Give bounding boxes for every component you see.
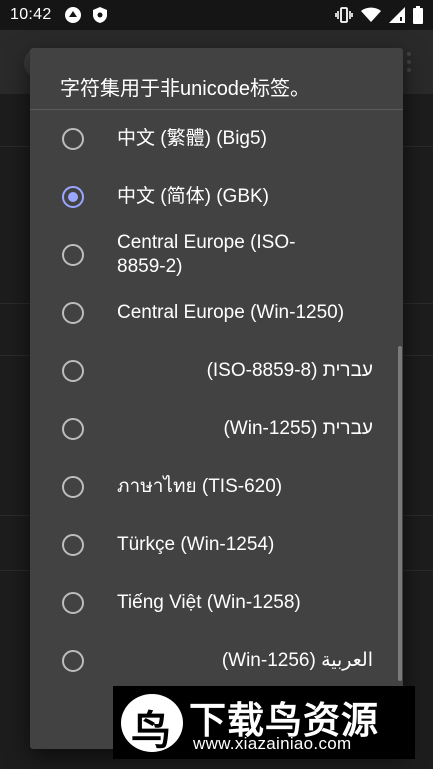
option-label: Tiếng Việt (Win-1258): [117, 592, 301, 613]
battery-icon: [413, 6, 423, 24]
watermark-logo-glyph: 鸟: [131, 708, 171, 754]
option-win-1258[interactable]: Tiếng Việt (Win-1258): [30, 574, 403, 632]
status-bar: 10:42: [0, 0, 433, 30]
radio-button[interactable]: [62, 360, 84, 382]
more-vert-icon: [407, 52, 411, 72]
option-label: עברית (ISO-8859-8): [206, 360, 373, 381]
option-tis-620[interactable]: ภาษาไทย (TIS-620): [30, 458, 403, 516]
shield-icon: [92, 6, 108, 24]
option-iso-8859-2[interactable]: Central Europe (ISO-8859-2): [30, 226, 403, 284]
option-label: العربية (Win-1256): [221, 650, 373, 671]
status-time: 10:42: [10, 6, 52, 23]
option-label: Central Europe (ISO-8859-2): [117, 232, 296, 277]
option-gbk[interactable]: 中文 (简体) (GBK): [30, 168, 403, 226]
radio-button[interactable]: [62, 476, 84, 498]
radio-button[interactable]: [62, 418, 84, 440]
option-big5[interactable]: 中文 (繁體) (Big5): [30, 110, 403, 168]
option-win-1256[interactable]: العربية (Win-1256): [30, 632, 403, 690]
radio-button[interactable]: [62, 244, 84, 266]
radio-button[interactable]: [62, 128, 84, 150]
radio-button-checked[interactable]: [62, 186, 84, 208]
option-win-1250[interactable]: Central Europe (Win-1250): [30, 284, 403, 342]
watermark-url: www.xiazainiao.com: [193, 734, 352, 753]
watermark: 鸟 下载鸟资源 www.xiazainiao.com: [113, 686, 415, 759]
option-label: ภาษาไทย (TIS-620): [117, 476, 283, 497]
wifi-icon: [361, 7, 381, 23]
status-right-icons: [335, 6, 423, 24]
option-win-1254[interactable]: Türkçe (Win-1254): [30, 516, 403, 574]
option-win-1255[interactable]: עברית (Win-1255): [30, 400, 403, 458]
option-label: 中文 (繁體) (Big5): [117, 128, 267, 149]
scrollbar[interactable]: [398, 346, 402, 681]
radio-button[interactable]: [62, 302, 84, 324]
vibrate-icon: [335, 7, 353, 23]
app-notification-icon: [64, 6, 82, 24]
option-iso-8859-8[interactable]: עברית (ISO-8859-8): [30, 342, 403, 400]
radio-button[interactable]: [62, 534, 84, 556]
charset-options-list[interactable]: 中文 (繁體) (Big5) 中文 (简体) (GBK) Central Eur…: [30, 110, 403, 749]
dialog-title: 字符集用于非unicode标签。: [60, 78, 311, 100]
option-label: Türkçe (Win-1254): [117, 534, 275, 555]
option-label: 中文 (简体) (GBK): [117, 186, 269, 207]
charset-dialog: 字符集用于非unicode标签。 中文 (繁體) (Big5) 中文 (简体) …: [30, 48, 403, 749]
radio-button[interactable]: [62, 592, 84, 614]
signal-icon: [389, 7, 405, 23]
option-label: Central Europe (Win-1250): [117, 302, 345, 323]
watermark-logo: 鸟: [121, 694, 183, 754]
status-left-icons: [64, 6, 108, 24]
radio-button[interactable]: [62, 650, 84, 672]
option-label: עברית (Win-1255): [223, 418, 373, 439]
